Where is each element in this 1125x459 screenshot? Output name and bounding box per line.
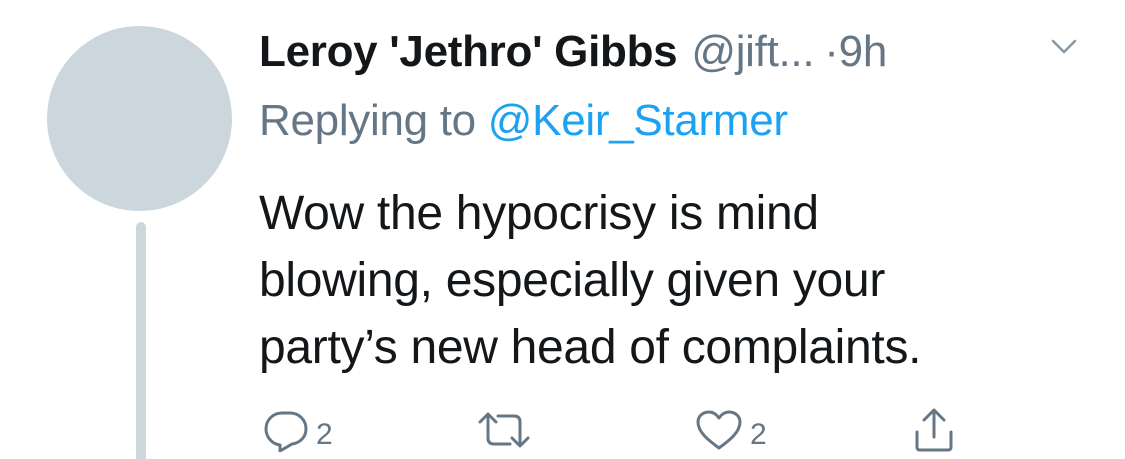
heart-icon [694,408,744,452]
chevron-down-icon[interactable] [1048,34,1080,58]
thread-line [136,222,146,459]
mention-link[interactable]: @Keir_Starmer [488,96,788,145]
tweet-text-line: blowing, especially given your [259,254,886,307]
tweet-text-line: party’s new head of complaints. [259,321,922,374]
separator: · [824,27,839,76]
display-name[interactable]: Leroy 'Jethro' Gibbs [259,27,678,77]
replying-to-prefix: Replying to [259,96,476,145]
reply-count: 2 [316,418,333,451]
share-button[interactable] [912,406,956,454]
user-handle[interactable]: @jift... [691,27,814,77]
share-icon [912,407,956,453]
tweet-text: Wow the hypocrisy is mind blowing, espec… [259,180,1079,381]
reply-button[interactable]: 2 [262,406,333,454]
tweet-text-line: Wow the hypocrisy is mind [259,187,819,240]
tweet[interactable]: Leroy 'Jethro' Gibbs @jift... · 9h Reply… [0,0,1125,459]
timestamp[interactable]: 9h [839,27,888,77]
tweet-header: Leroy 'Jethro' Gibbs @jift... · 9h [259,22,887,82]
replying-to: Replying to @Keir_Starmer [259,96,788,146]
like-button[interactable]: 2 [694,406,767,454]
avatar[interactable] [47,26,232,211]
retweet-icon [476,408,532,452]
retweet-button[interactable] [476,406,538,454]
reply-icon [262,408,310,452]
like-count: 2 [750,418,767,451]
